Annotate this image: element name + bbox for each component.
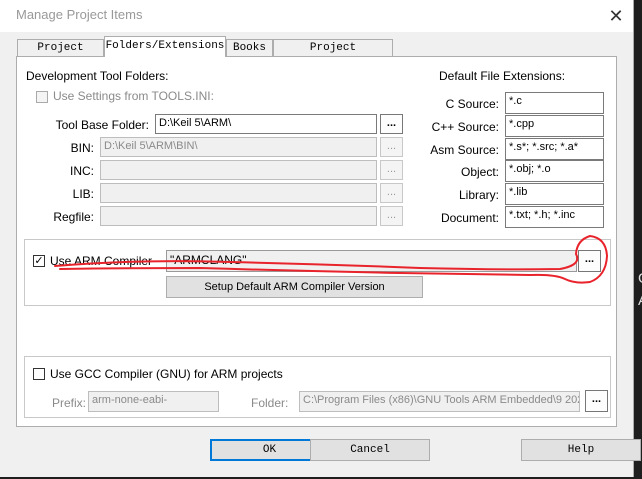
cancel-button[interactable]: Cancel	[310, 439, 430, 461]
use-gcc-compiler-checkbox[interactable]	[33, 368, 45, 380]
manage-project-items-dialog: Manage Project Items ✕ Project Items Fol…	[0, 0, 641, 477]
tab-folders-extensions[interactable]: Folders/Extensions	[104, 36, 226, 57]
use-gcc-compiler-label: Use GCC Compiler (GNU) for ARM projects	[50, 367, 283, 381]
gcc-folder-label: Folder:	[251, 396, 289, 410]
gcc-prefix-label: Prefix:	[52, 396, 87, 410]
help-button[interactable]: Help	[521, 439, 641, 461]
gcc-folder-input[interactable]: C:\Program Files (x86)\GNU Tools ARM Emb…	[299, 391, 580, 412]
background-window-text: G A	[638, 268, 642, 312]
background-text-line: A	[638, 290, 642, 312]
background-text-line: G	[638, 268, 642, 290]
gcc-folder-browse-button[interactable]: ...	[585, 390, 608, 412]
gcc-prefix-input[interactable]: arm-none-eabi-	[88, 391, 219, 412]
